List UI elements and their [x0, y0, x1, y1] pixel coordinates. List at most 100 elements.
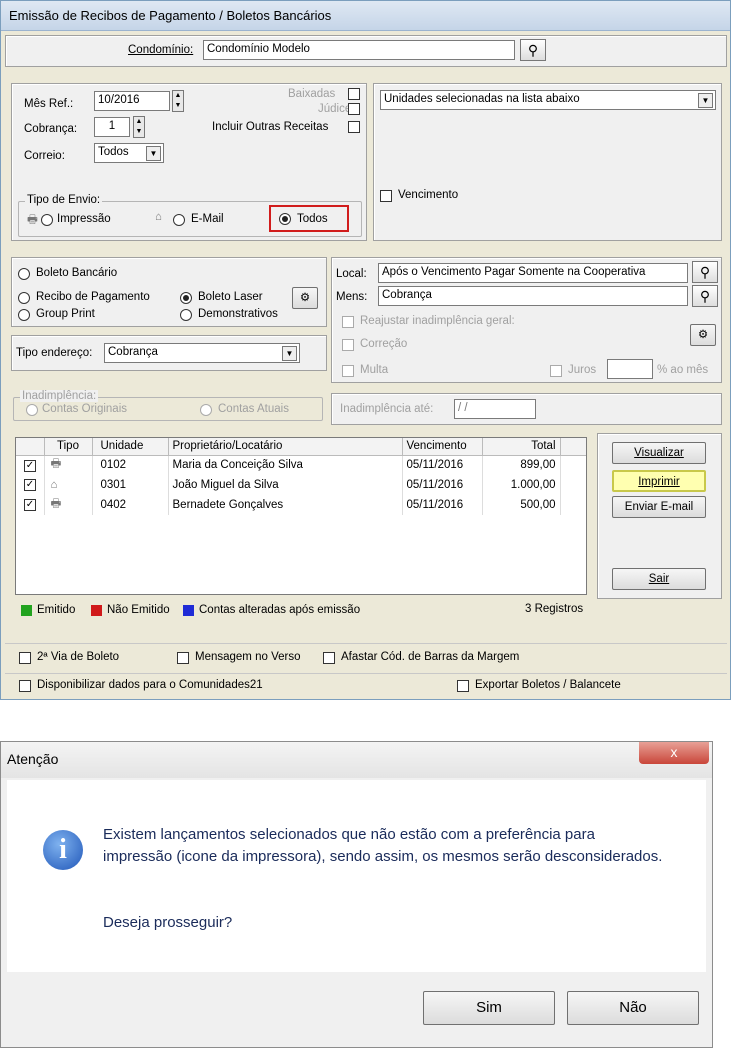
exportar-checkbox[interactable]	[457, 680, 469, 692]
cobranca-input[interactable]: 1	[94, 117, 130, 137]
settings-icon: ⚙	[299, 292, 311, 304]
row-total: 500,00	[482, 495, 561, 515]
reajustar-checkbox[interactable]	[342, 316, 354, 328]
correcao-checkbox[interactable]	[342, 339, 354, 351]
juros-input[interactable]	[607, 359, 653, 379]
todos-radio[interactable]	[279, 213, 291, 225]
chevron-down-icon: ▼	[146, 146, 161, 161]
row-nome: Maria da Conceição Silva	[168, 455, 403, 475]
reajustar-label: Reajustar inadimplência geral:	[360, 315, 515, 327]
search-local-button[interactable]: ⚲	[692, 261, 718, 283]
mens-label: Mens:	[336, 291, 368, 303]
window-title: Emissão de Recibos de Pagamento / Boleto…	[1, 1, 730, 31]
boleto-bancario-radio[interactable]	[18, 268, 30, 280]
config-reajuste-button[interactable]: ⚙	[690, 324, 716, 346]
cobranca-label: Cobrança:	[24, 123, 78, 135]
nao-button[interactable]: Não	[567, 991, 699, 1025]
contas-originais-radio[interactable]	[26, 404, 38, 416]
contas-originais-label: Contas Originais	[42, 403, 128, 415]
baixadas-checkbox[interactable]	[348, 88, 360, 100]
vencimento-checkbox[interactable]	[380, 190, 392, 202]
judice-label: Júdice	[318, 103, 352, 115]
mes-ref-input[interactable]: 10/2016	[94, 91, 170, 111]
email-radio[interactable]	[173, 214, 185, 226]
inad-ate-input[interactable]: / /	[454, 399, 536, 419]
local-label: Local:	[336, 268, 367, 280]
afastar-label: Afastar Cód. de Barras da Margem	[341, 651, 520, 663]
ao-mes-label: % ao mês	[657, 364, 709, 376]
row-checkbox[interactable]: ✓	[24, 459, 36, 472]
inad-ate-panel: Inadimplência até: / /	[331, 393, 722, 425]
juros-label: Juros	[568, 364, 597, 376]
table-header-check	[16, 438, 45, 456]
sair-button[interactable]: Sair	[612, 568, 706, 590]
condominio-label: Condomínio:	[128, 44, 194, 56]
demonstrativos-radio[interactable]	[180, 309, 192, 321]
segunda-via-checkbox[interactable]	[19, 652, 31, 664]
mes-ref-spinner[interactable]: ▲ ▼	[172, 90, 184, 112]
boleto-laser-radio[interactable]	[180, 292, 192, 304]
attention-dialog: Atenção x i Existem lançamentos selecion…	[0, 741, 713, 1048]
dialog-body: i Existem lançamentos selecionados que n…	[7, 780, 706, 972]
judice-checkbox[interactable]	[348, 103, 360, 115]
juros-checkbox[interactable]	[550, 365, 562, 377]
search-mens-button[interactable]: ⚲	[692, 285, 718, 307]
actions-panel: Visualizar Imprimir Enviar E-mail Sair	[597, 433, 722, 599]
afastar-checkbox[interactable]	[323, 652, 335, 664]
enviar-email-button[interactable]: Enviar E-mail	[612, 496, 706, 518]
info-icon: i	[43, 830, 83, 870]
table-row[interactable]: ✓ 🖶 0402 Bernadete Gonçalves 05/11/2016 …	[16, 495, 586, 515]
recibo-radio[interactable]	[18, 292, 30, 304]
disponibilizar-checkbox[interactable]	[19, 680, 31, 692]
emitido-label: Emitido	[37, 604, 76, 616]
group-print-radio[interactable]	[18, 309, 30, 321]
table-header[interactable]: Vencimento	[402, 438, 483, 456]
correio-select[interactable]: Todos ▼	[94, 143, 164, 163]
demonstrativos-label: Demonstrativos	[198, 308, 278, 320]
printer-icon: 🖶	[44, 495, 93, 515]
multa-checkbox[interactable]	[342, 365, 354, 377]
condominio-input[interactable]: Condomínio Modelo	[203, 40, 515, 60]
table-row[interactable]: ✓ ⌂ 0301 João Miguel da Silva 05/11/2016…	[16, 475, 586, 495]
cobranca-spinner[interactable]: ▲ ▼	[133, 116, 145, 138]
unidades-select[interactable]: Unidades selecionadas na lista abaixo ▼	[380, 90, 716, 110]
tipo-endereco-select[interactable]: Cobrança ▼	[104, 343, 300, 363]
table-row[interactable]: ✓ 🖶 0102 Maria da Conceição Silva 05/11/…	[16, 455, 586, 475]
row-checkbox[interactable]: ✓	[24, 479, 36, 491]
email-label: E-Mail	[191, 213, 224, 225]
local-input[interactable]: Após o Vencimento Pagar Somente na Coope…	[378, 263, 688, 283]
table-header[interactable]: Proprietário/Locatário	[168, 438, 403, 456]
condominio-panel: Condomínio: Condomínio Modelo ⚲	[5, 35, 727, 67]
incluir-label: Incluir Outras Receitas	[212, 121, 329, 133]
filters-panel: Mês Ref.: 10/2016 ▲ ▼ Cobrança: 1 ▲ ▼ Corr…	[11, 83, 367, 241]
table-header[interactable]: Unidade	[92, 438, 169, 456]
baixadas-label: Baixadas	[288, 88, 336, 100]
tipo-endereco-value: Cobrança	[108, 346, 158, 358]
recibo-label: Recibo de Pagamento	[36, 291, 150, 303]
row-vencimento: 05/11/2016	[402, 475, 483, 495]
sim-button[interactable]: Sim	[423, 991, 555, 1025]
vencimento-label: Vencimento	[398, 189, 459, 201]
visualizar-button[interactable]: Visualizar	[612, 442, 706, 464]
close-icon: x	[670, 744, 678, 760]
row-checkbox[interactable]: ✓	[24, 499, 36, 511]
incluir-checkbox[interactable]	[348, 121, 360, 133]
table-header[interactable]: Total	[482, 438, 561, 456]
imprimir-button[interactable]: Imprimir	[612, 470, 706, 492]
row-total: 1.000,00	[482, 475, 561, 495]
search-condominio-button[interactable]: ⚲	[520, 39, 546, 61]
config-layout-button[interactable]: ⚙	[292, 287, 318, 309]
contas-atuais-radio[interactable]	[200, 404, 212, 416]
chevron-down-icon: ▼	[282, 346, 297, 361]
impressao-radio[interactable]	[41, 214, 53, 226]
nao-emitido-label: Não Emitido	[107, 604, 170, 616]
tipo-endereco-label: Tipo endereço:	[16, 347, 93, 359]
mensagem-verso-checkbox[interactable]	[177, 652, 189, 664]
table-header[interactable]: Tipo	[44, 438, 93, 456]
messages-panel: Local: Após o Vencimento Pagar Somente n…	[331, 257, 722, 383]
dialog-close-button[interactable]: x	[639, 742, 709, 764]
mens-input[interactable]: Cobrança	[378, 286, 688, 306]
mensagem-verso-label: Mensagem no Verso	[195, 651, 301, 663]
dialog-titlebar: Atenção x	[1, 742, 712, 778]
nao-emitido-swatch	[91, 605, 102, 616]
